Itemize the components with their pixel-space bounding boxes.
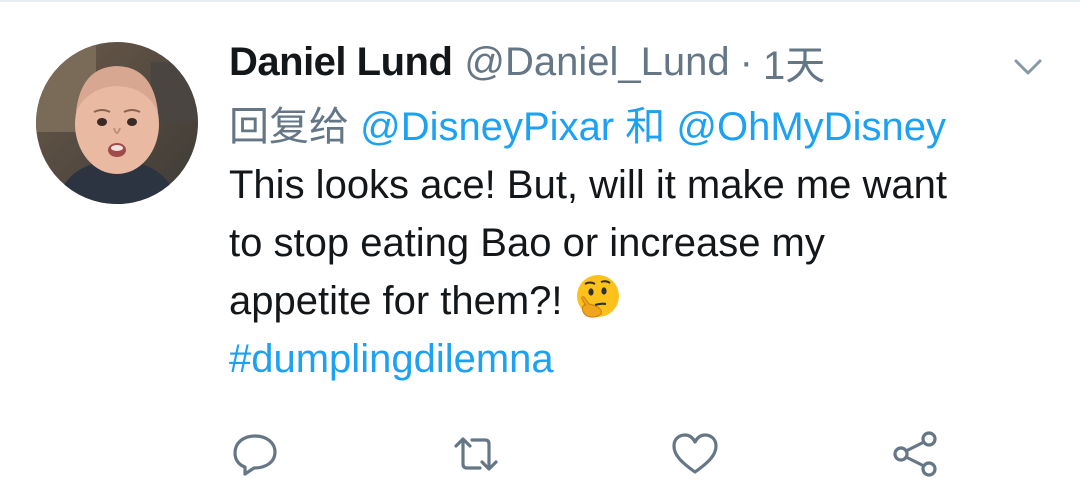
- retweet-button[interactable]: [450, 428, 502, 480]
- tweet-card[interactable]: Daniel Lund @Daniel_Lund · 1天 回复给 @Disne…: [0, 0, 1080, 497]
- heart-icon: [669, 433, 721, 484]
- reply-context: 回复给 @DisneyPixar 和 @OhMyDisney: [229, 98, 1049, 156]
- retweet-icon: [450, 437, 502, 484]
- avatar[interactable]: [36, 42, 198, 204]
- reply-prefix: 回复给: [229, 105, 349, 149]
- mention-ohmydisney[interactable]: @OhMyDisney: [676, 105, 946, 149]
- divider: [0, 0, 1080, 2]
- tweet-content: Daniel Lund @Daniel_Lund · 1天 回复给 @Disne…: [229, 32, 1049, 388]
- like-button[interactable]: [669, 428, 721, 480]
- tweet-text-line-content: appetite for them?!: [229, 279, 563, 323]
- tweet-header: Daniel Lund @Daniel_Lund · 1天: [229, 32, 1049, 92]
- tweet-text-line: This looks ace! But, will it make me wan…: [229, 163, 948, 207]
- thinking-face-emoji-icon: [573, 272, 623, 322]
- author-display-name[interactable]: Daniel Lund: [229, 40, 453, 85]
- tweet-actions: [0, 428, 1080, 480]
- chevron-down-icon[interactable]: [1010, 52, 1046, 82]
- tweet-text-line: appetite for them?!: [229, 272, 1049, 330]
- share-icon: [890, 431, 942, 484]
- separator-dot: ·: [739, 39, 753, 84]
- reply-button[interactable]: [229, 428, 281, 480]
- reply-icon: [229, 434, 281, 484]
- reply-conjunction: 和: [625, 105, 666, 149]
- mention-disneypixar[interactable]: @DisneyPixar: [360, 105, 614, 149]
- timestamp[interactable]: 1天: [763, 33, 825, 91]
- author-handle[interactable]: @Daniel_Lund: [464, 40, 729, 85]
- tweet-text: This looks ace! But, will it make me wan…: [229, 156, 1049, 388]
- share-button[interactable]: [890, 428, 942, 480]
- tweet-text-line: to stop eating Bao or increase my: [229, 221, 825, 265]
- hashtag-link[interactable]: #dumplingdilemna: [229, 330, 1049, 388]
